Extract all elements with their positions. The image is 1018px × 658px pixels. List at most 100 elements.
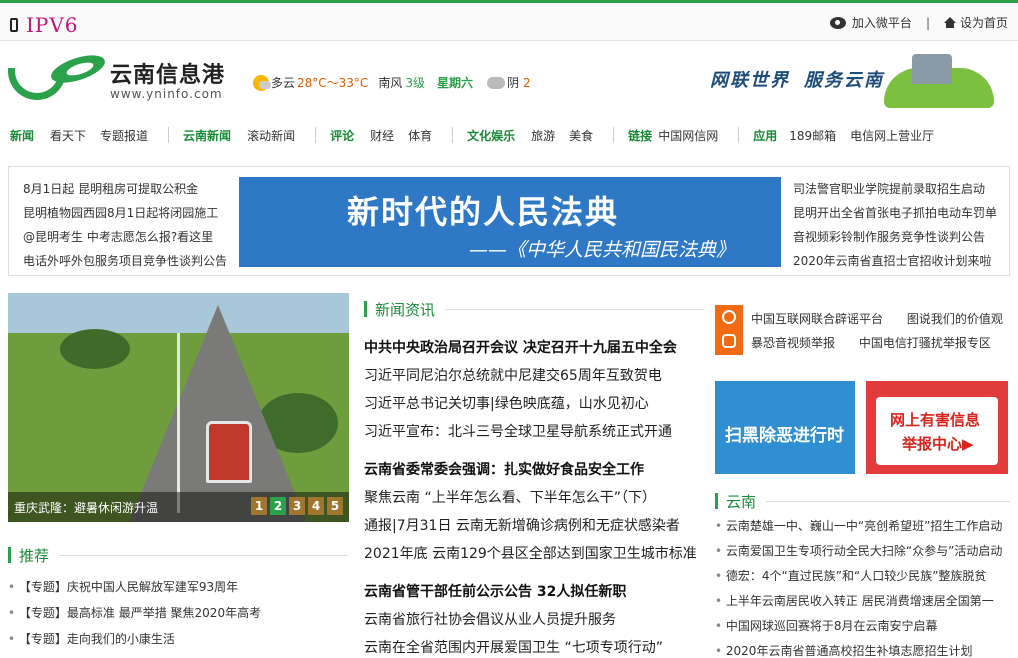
site-logo[interactable]: 云南信息港 www.yninfo.com [8,49,226,102]
list-item[interactable]: 上半年云南居民收入转正 居民消费增速居全国第一 [726,594,994,608]
news-item[interactable]: 通报|7月31日 云南无新增确诊病例和无症状感染者 [364,518,680,534]
nav-group-links: 链接 中国网信网 [628,127,732,144]
list-item[interactable]: 云南楚雄一中、巍山一中“亮创希望班”招生工作启动 [726,519,1002,533]
nav-divider [168,127,170,143]
weather-wind: 南风 3级 [378,76,425,90]
news-item[interactable]: 聚焦云南 “上半年怎么看、下半年怎么干”（下） [364,490,656,506]
nav-divider [738,127,740,143]
set-homepage-link[interactable]: 设为首页 [960,14,1008,31]
nav-divider [315,127,317,143]
cloud-icon [487,76,505,89]
news-headline[interactable]: 云南省管干部任前公示公告 32人拟任新职 [364,584,626,600]
nav-yunnan-news[interactable]: 云南新闻 [183,127,231,144]
logo-url: www.yninfo.com [110,87,223,101]
news-item[interactable]: 云南省旅行社协会倡议从业人员提升服务 [364,612,616,628]
slide-caption[interactable]: 重庆武隆：避暑休闲游升温 [14,499,158,516]
recommend-list: 【专题】庆祝中国人民解放军建军93周年 【专题】最高标准 最严举措 聚焦2020… [8,574,348,652]
list-item[interactable]: 8月1日起 昆明租房可提取公积金 [23,182,198,196]
slide-page-3[interactable]: 3 [289,497,305,515]
nav-world[interactable]: 看天下 [50,127,86,144]
weather-widget[interactable]: 多云 28°C～33°C 南风 3级 星期六 阴 2 [253,74,531,91]
rumor-platform-link[interactable]: 中国互联网联合辟谣平台 [751,312,883,326]
nav-group-news: 新闻 看天下 专题报道 [10,127,162,144]
notice-right-list: 司法警官职业学院提前录取招生启动 昆明开出全省首张电子抓拍电动车罚单 音视频彩铃… [793,177,1005,273]
news-item[interactable]: 习近平总书记关切事|绿色映底蕴，山水见初心 [364,396,649,412]
phone-icon [10,18,18,32]
list-item[interactable]: 【专题】最高标准 最严举措 聚焦2020年高考 [19,606,261,620]
list-item[interactable]: 德宏：4个“直过民族”和“人口较少民族”整族脱贫 [726,569,987,583]
nav-culture[interactable]: 文化娱乐 [467,127,515,144]
nav-finance[interactable]: 财经 [370,127,394,144]
weather-temp-2: 2 [523,75,531,90]
nav-news[interactable]: 新闻 [10,127,34,144]
photo-slideshow[interactable]: 重庆武隆：避暑休闲游升温 1 2 3 4 5 [8,293,349,522]
news-headline[interactable]: 云南省委常委会强调：扎实做好食品安全工作 [364,462,644,478]
home-icon [943,16,956,28]
nav-apps[interactable]: 应用 [753,127,777,144]
nav-cac[interactable]: 中国网信网 [658,127,718,144]
nav-sports[interactable]: 体育 [408,127,432,144]
nav-telecom-hall[interactable]: 电信网上营业厅 [850,127,934,144]
slide-page-2[interactable]: 2 [270,497,286,515]
news-item[interactable]: 2021年底 云南129个县区全部达到国家卫生城市标准 [364,546,697,562]
harassment-report-link[interactable]: 中国电信打骚扰举报专区 [859,336,991,350]
list-item[interactable]: 司法警官职业学院提前录取招生启动 [793,182,985,196]
news-headline[interactable]: 中共中央政治局召开会议 决定召开十九届五中全会 [364,340,677,356]
slide-page-1[interactable]: 1 [251,497,267,515]
yunnan-news-list: 云南楚雄一中、巍山一中“亮创希望班”招生工作启动 云南爱国卫生专项行动全民大扫除… [715,514,1015,658]
nav-food[interactable]: 美食 [569,127,593,144]
logo-title: 云南信息港 [110,63,226,88]
nav-travel[interactable]: 旅游 [531,127,555,144]
nav-group-culture: 文化娱乐 旅游 美食 [467,127,607,144]
ipv6-badge[interactable]: IPV6 [10,13,79,37]
rumor-icon [722,310,736,324]
main-nav: 新闻 看天下 专题报道 云南新闻 滚动新闻 评论 财经 体育 文化娱乐 旅游 美… [0,120,1018,150]
list-item[interactable]: 昆明植物园西园8月1日起将闭园施工 [23,206,218,220]
news-item[interactable]: 习近平同尼泊尔总统就中尼建交65周年互致贺电 [364,368,662,384]
news-item[interactable]: 云南在全省范围内开展爱国卫生 “七项专项行动” [364,640,663,656]
terror-report-link[interactable]: 暴恐音视频举报 [751,336,835,350]
section-yunnan: 云南 [715,491,1010,511]
nav-special-reports[interactable]: 专题报道 [100,127,148,144]
section-recommend: 推荐 [8,545,348,565]
harmful-info-report-badge[interactable]: 网上有害信息 举报中心▶ [866,381,1008,474]
header: 云南信息港 www.yninfo.com 多云 28°C～33°C 南风 3级 星… [0,42,1018,120]
list-item[interactable]: 昆明开出全省首张电子抓拍电动车罚单 [793,206,997,220]
top-bar: IPV6 加入微平台 | 设为首页 [0,0,1018,41]
logo-mark-icon [8,49,109,102]
anti-crime-badge[interactable]: 扫黑除恶进行时 [715,381,855,474]
nav-189-mail[interactable]: 189邮箱 [789,127,836,144]
nav-group-comment: 评论 财经 体育 [330,127,446,144]
list-item[interactable]: 音视频彩铃制作服务竞争性谈判公告 [793,230,985,244]
list-item[interactable]: 【专题】走向我们的小康生活 [19,632,175,646]
slide-page-5[interactable]: 5 [327,497,343,515]
slogan-banner: 网联世界 服务云南 [662,48,1002,114]
list-item[interactable]: 【专题】庆祝中国人民解放军建军93周年 [19,580,238,594]
nav-group-apps: 应用 189邮箱 电信网上营业厅 [753,127,948,144]
section-title: 推荐 [19,546,50,565]
list-item[interactable]: 2020年云南省直招士官招收计划来啦 [793,254,992,268]
list-item[interactable]: 2020年云南省普通高校招生补填志愿招生计划 [726,644,973,658]
slogan-text: 网联世界 服务云南 [710,70,884,91]
weather-condition: 多云 [271,76,296,90]
nav-links[interactable]: 链接 [628,127,652,144]
banner-subtitle: ——《中华人民共和国民法典》 [469,239,736,261]
section-news: 新闻资讯 [364,299,704,319]
news-item[interactable]: 习近平宣布：北斗三号全球卫星导航系统正式开通 [364,424,672,440]
nav-group-yunnan: 云南新闻 滚动新闻 [183,127,309,144]
nav-comment[interactable]: 评论 [330,127,354,144]
list-item[interactable]: @昆明考生 中考志愿怎么报?看这里 [23,230,213,244]
top-separator: | [925,15,930,30]
list-item[interactable]: 云南爱国卫生专项行动全民大扫除“众参与”活动启动 [726,544,1002,558]
slide-caption-bar: 重庆武隆：避暑休闲游升温 1 2 3 4 5 [8,492,349,522]
partly-cloudy-icon [253,74,271,91]
notice-box: 8月1日起 昆明租房可提取公积金 昆明植物园西园8月1日起将闭园施工 @昆明考生… [8,166,1010,276]
slide-page-4[interactable]: 4 [308,497,324,515]
list-item[interactable]: 电话外呼外包服务项目竞争性谈判公告 [23,254,227,268]
list-item[interactable]: 中国网球巡回赛将于8月在云南安宁启幕 [726,619,938,633]
civil-code-banner[interactable]: 新时代的人民法典 ——《中华人民共和国民法典》 [239,177,781,267]
join-weibo-link[interactable]: 加入微平台 [852,14,912,31]
values-link[interactable]: 图说我们的价值观 [907,312,1003,326]
nav-rolling-news[interactable]: 滚动新闻 [247,127,295,144]
weather-weekday: 星期六 [436,76,473,90]
